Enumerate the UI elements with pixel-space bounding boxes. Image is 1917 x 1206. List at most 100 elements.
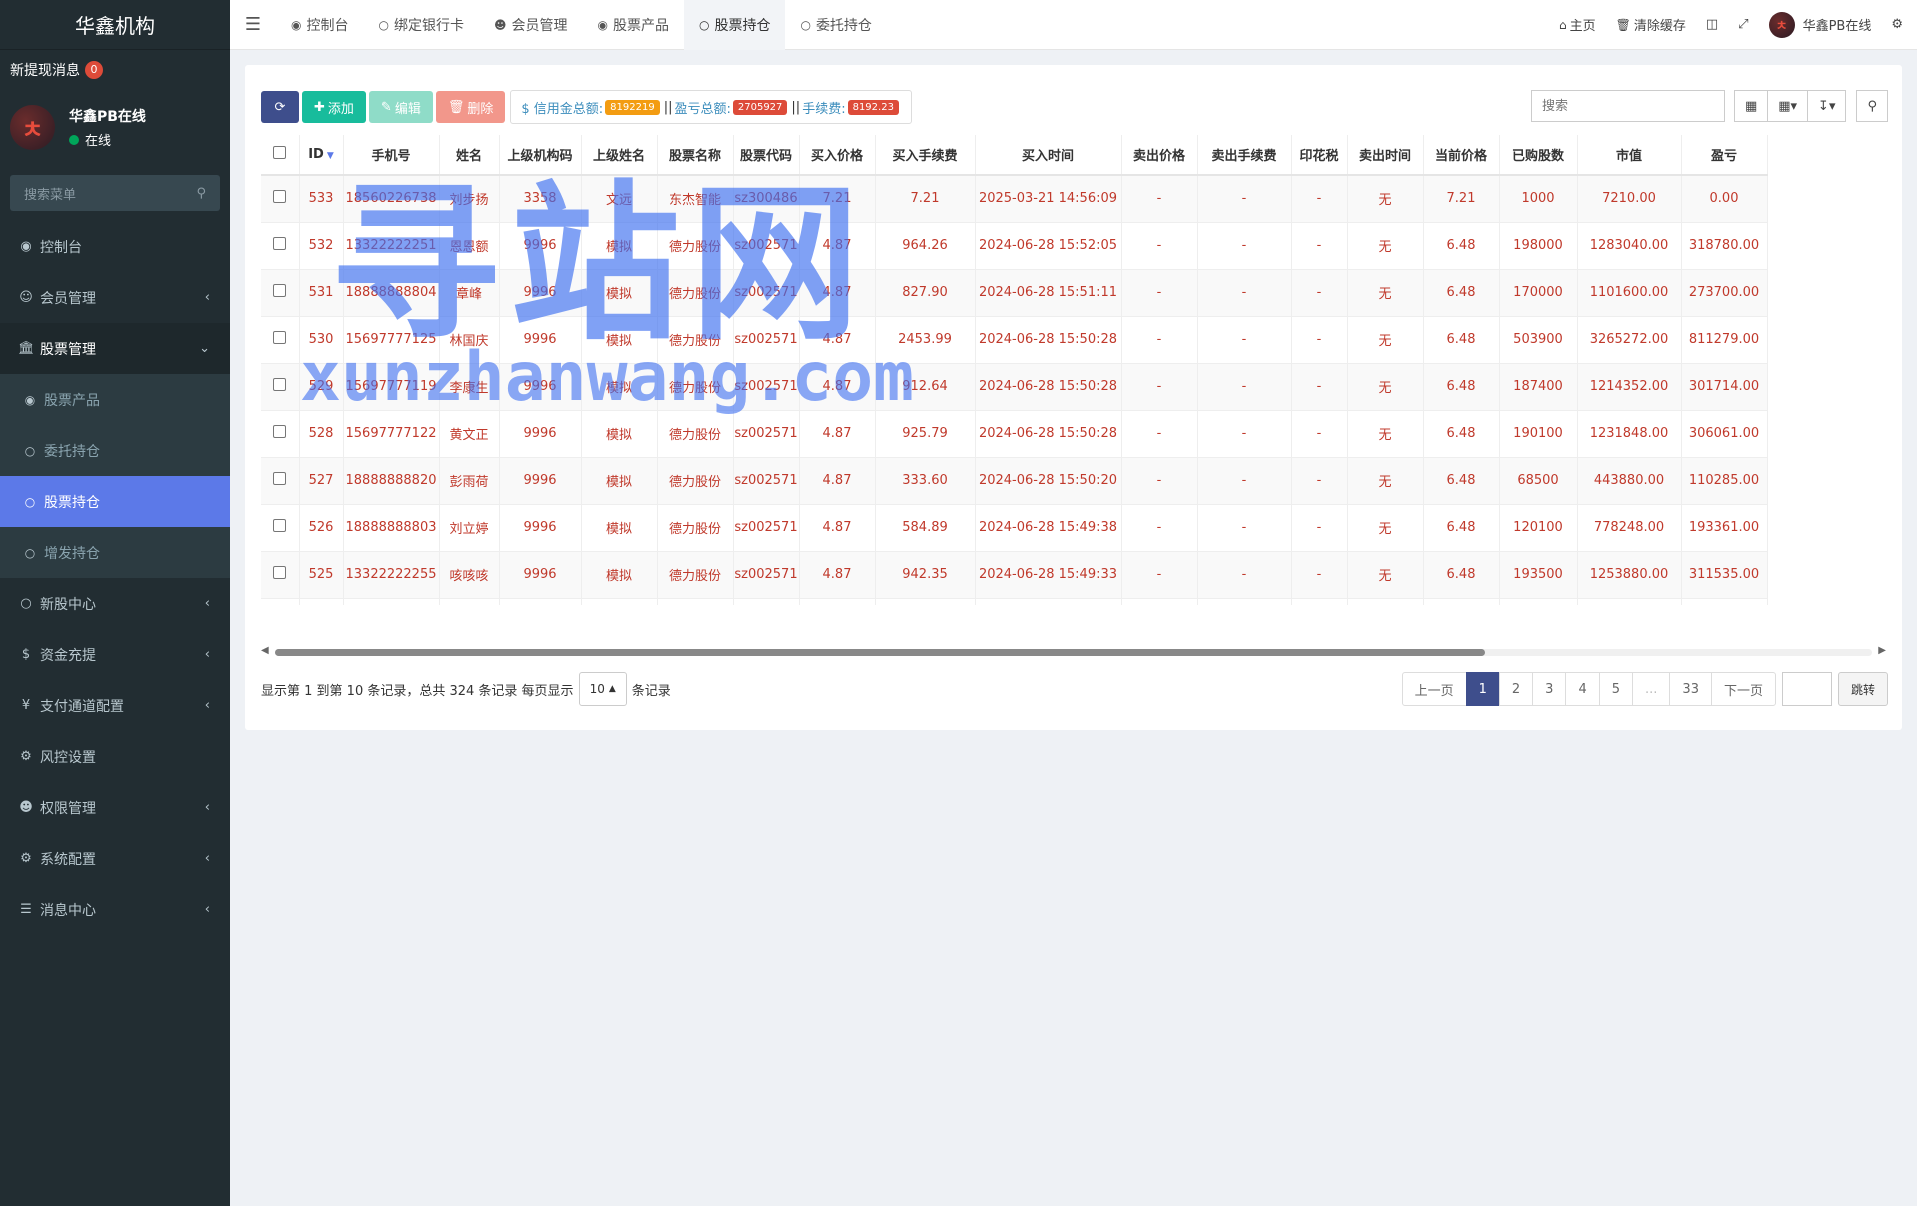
withdraw-notice[interactable]: 新提现消息 0	[0, 50, 230, 90]
sidebar-item-messages[interactable]: ☰ 消息中心 ‹	[0, 884, 230, 935]
search-icon[interactable]: ⚲	[196, 186, 206, 201]
row-checkbox-cell[interactable]	[261, 457, 300, 505]
sidebar-item-stock-positions[interactable]: ○ 股票持仓	[0, 476, 230, 527]
tab-members[interactable]: ☻ 会员管理	[479, 0, 583, 50]
column-header[interactable]: 买入手续费	[875, 135, 976, 176]
column-header[interactable]: 买入价格	[799, 135, 876, 176]
tab-stock-products[interactable]: ◉ 股票产品	[582, 0, 683, 50]
table-row[interactable]: 52418888888823赵航9996模拟德力股份sz0025714.8723…	[261, 598, 1768, 605]
edit-button[interactable]: ✎ 编辑	[368, 91, 433, 123]
column-header[interactable]: 市值	[1577, 135, 1682, 176]
table-row[interactable]: 527 18888888820 彭雨荷 9996 模拟 德力股份 sz002571 4.87 3…	[261, 457, 1768, 505]
row-checkbox-cell[interactable]	[261, 363, 300, 411]
select-all-checkbox[interactable]	[261, 135, 300, 176]
sidebar-item-ipo-center[interactable]: ○ 新股中心 ‹	[0, 578, 230, 629]
scroll-right-arrow-icon[interactable]: ▶	[1878, 645, 1886, 656]
table-row[interactable]: 529 15697777119 李康生 9996 模拟 德力股份 sz002571 4.87 9…	[261, 363, 1768, 411]
row-checkbox-cell[interactable]	[261, 410, 300, 458]
toggle-card-view-button[interactable]: ▦	[1733, 90, 1769, 122]
page-button[interactable]: 33	[1669, 672, 1712, 706]
brand-logo[interactable]: 华鑫机构	[0, 0, 230, 50]
sidebar-item-permissions[interactable]: ☻ 权限管理 ‹	[0, 782, 230, 833]
tab-dashboard[interactable]: ◉ 控制台	[276, 0, 363, 50]
sidebar-item-placement-positions[interactable]: ○ 增发持仓	[0, 527, 230, 578]
checkbox[interactable]	[273, 472, 287, 485]
advanced-search-button[interactable]: ⚲	[1856, 90, 1888, 122]
checkbox[interactable]	[273, 425, 287, 438]
page-button[interactable]: 2	[1498, 672, 1534, 706]
checkbox[interactable]	[273, 237, 287, 250]
table-row[interactable]: 532 13322222251 恩恩额 9996 模拟 德力股份 sz002571 4.87 9…	[261, 222, 1768, 270]
page-button[interactable]: 5	[1598, 672, 1634, 706]
scrollbar-track[interactable]	[275, 649, 1872, 656]
column-header[interactable]: ID ▼	[299, 135, 344, 176]
checkbox[interactable]	[273, 378, 287, 391]
sidebar-item-dashboard[interactable]: ◉ 控制台	[0, 221, 230, 272]
table-row[interactable]: 525 13322222255 咳咳咳 9996 模拟 德力股份 sz002571 4.87 9…	[261, 551, 1768, 599]
row-checkbox-cell[interactable]	[261, 504, 300, 552]
tab-bind-bank-card[interactable]: ○ 绑定银行卡	[363, 0, 478, 50]
row-checkbox-cell[interactable]	[261, 269, 300, 317]
row-checkbox-cell[interactable]	[261, 222, 300, 270]
table-row[interactable]: 528 15697777122 黄文正 9996 模拟 德力股份 sz002571 4.87 9…	[261, 410, 1768, 458]
checkbox[interactable]	[273, 190, 287, 204]
sidebar-item-entrust-positions[interactable]: ○ 委托持仓	[0, 425, 230, 476]
clear-cache-button[interactable]: 🗑 清除缓存	[1606, 15, 1696, 35]
column-header[interactable]: 股票名称	[657, 135, 734, 176]
checkbox[interactable]	[273, 146, 287, 159]
checkbox[interactable]	[273, 331, 287, 344]
horizontal-scrollbar[interactable]: ◀ ▶	[261, 645, 1886, 657]
column-header[interactable]: 盈亏	[1681, 135, 1768, 176]
menu-search-input[interactable]: 搜索菜单 ⚲	[10, 175, 220, 211]
table-row[interactable]: 530 15697777125 林国庆 9996 模拟 德力股份 sz002571 4.87 2…	[261, 316, 1768, 364]
user-menu[interactable]: ㅊ华鑫PB在线	[1759, 11, 1882, 38]
sidebar-item-stock-products[interactable]: ◉ 股票产品	[0, 374, 230, 425]
column-header[interactable]: 卖出价格	[1121, 135, 1198, 176]
refresh-button[interactable]: ⟳	[261, 91, 299, 123]
sidebar-item-members[interactable]: ☺ 会员管理 ‹	[0, 272, 230, 323]
fullscreen-button[interactable]: ⤢	[1728, 17, 1758, 32]
table-search-input[interactable]	[1530, 90, 1725, 122]
export-dropdown-button[interactable]: ↧▾	[1807, 90, 1847, 122]
prev-page-button[interactable]: 上一页	[1401, 672, 1467, 706]
sidebar-item-stock-management[interactable]: 🏛 股票管理 ⌄	[0, 323, 230, 374]
language-toggle[interactable]: ◫	[1696, 17, 1728, 32]
checkbox[interactable]	[273, 519, 287, 532]
jump-page-input[interactable]	[1781, 672, 1832, 706]
add-button[interactable]: ✚ 添加	[302, 91, 366, 123]
page-button[interactable]: 3	[1532, 672, 1567, 706]
jump-button[interactable]: 跳转	[1837, 672, 1888, 706]
table-row[interactable]: 526 18888888803 刘立婷 9996 模拟 德力股份 sz002571 4.87 5…	[261, 504, 1768, 552]
column-header[interactable]: 卖出时间	[1347, 135, 1424, 176]
home-link[interactable]: ⌂ 主页	[1549, 15, 1606, 35]
table-row[interactable]: 533 18560226738 刘步扬 3358 文远 东杰智能 sz300486 7.21 7…	[261, 175, 1768, 223]
page-button[interactable]: 4	[1565, 672, 1600, 706]
sidebar-item-funds[interactable]: $ 资金充提 ‹	[0, 629, 230, 680]
column-header[interactable]: 股票代码	[733, 135, 800, 176]
row-checkbox-cell[interactable]	[261, 316, 300, 364]
column-header[interactable]: 已购股数	[1499, 135, 1578, 176]
sidebar-item-risk-settings[interactable]: ⚙ 风控设置	[0, 731, 230, 782]
tab-stock-positions[interactable]: ○ 股票持仓	[683, 0, 786, 50]
column-header[interactable]: 上级机构码	[499, 135, 582, 176]
row-checkbox-cell[interactable]	[261, 598, 300, 605]
column-header[interactable]: 当前价格	[1423, 135, 1500, 176]
table-row[interactable]: 531 18888888804 章峰 9996 模拟 德力股份 sz002571 4.87 82…	[261, 269, 1768, 317]
row-checkbox-cell[interactable]	[261, 175, 300, 223]
tab-entrust-positions[interactable]: ○ 委托持仓	[785, 0, 886, 50]
column-header[interactable]: 手机号	[343, 135, 440, 176]
scroll-left-arrow-icon[interactable]: ◀	[261, 645, 269, 656]
delete-button[interactable]: 🗑 删除	[435, 91, 506, 123]
column-header[interactable]: 印花税	[1291, 135, 1348, 176]
columns-dropdown-button[interactable]: ▦▾	[1767, 90, 1809, 122]
page-button[interactable]: 1	[1465, 672, 1500, 706]
settings-button[interactable]: ⚙	[1881, 17, 1917, 32]
next-page-button[interactable]: 下一页	[1710, 672, 1776, 706]
column-header[interactable]: 卖出手续费	[1197, 135, 1292, 176]
column-header[interactable]: 买入时间	[975, 135, 1122, 176]
checkbox[interactable]	[273, 566, 287, 579]
checkbox[interactable]	[273, 284, 287, 297]
sidebar-item-payment-channels[interactable]: ¥ 支付通道配置 ‹	[0, 680, 230, 731]
scrollbar-thumb[interactable]	[275, 649, 1485, 656]
row-checkbox-cell[interactable]	[261, 551, 300, 599]
